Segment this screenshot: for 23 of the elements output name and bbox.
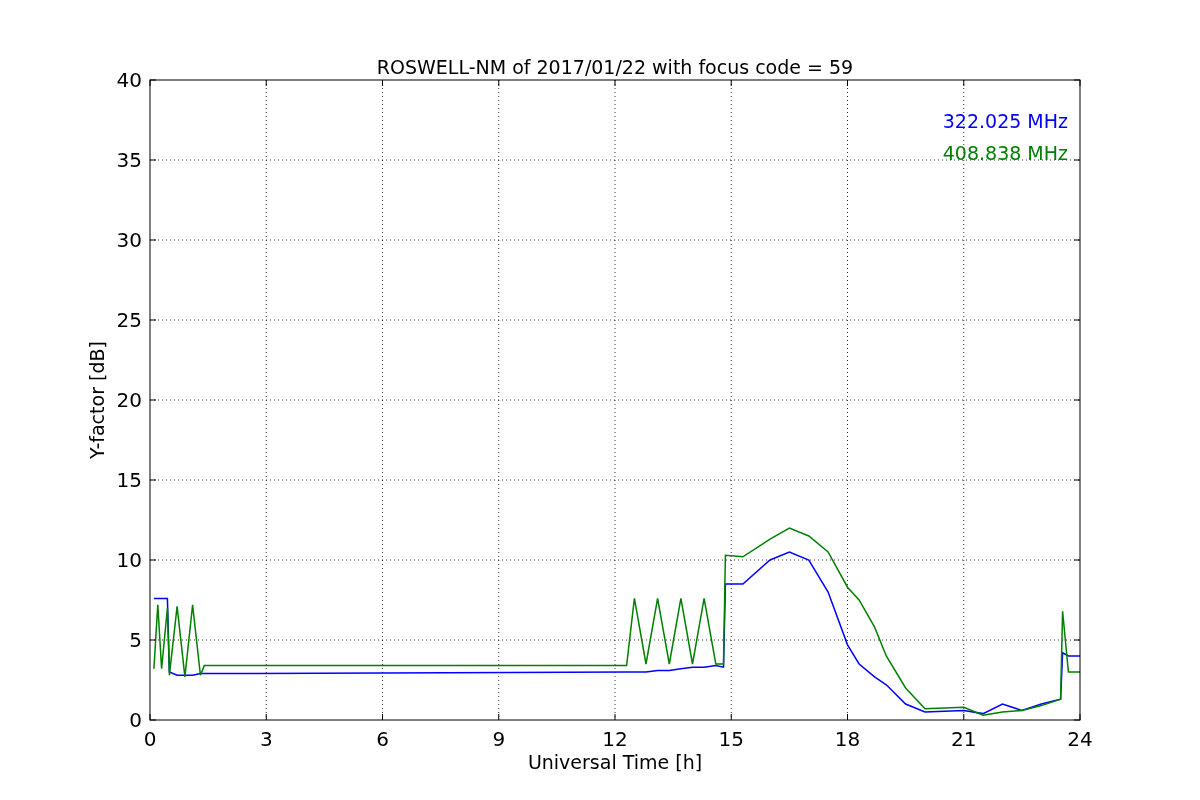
chart-title: ROSWELL-NM of 2017/01/22 with focus code = 59 bbox=[376, 56, 854, 78]
y-tick-label: 0 bbox=[129, 708, 142, 732]
y-tick-label: 15 bbox=[116, 468, 142, 492]
x-axis-label: Universal Time [h] bbox=[527, 751, 703, 773]
x-tick-label: 0 bbox=[143, 727, 157, 751]
y-tick-label: 10 bbox=[116, 548, 142, 572]
x-tick-label: 6 bbox=[376, 727, 389, 751]
x-tick-label: 9 bbox=[492, 727, 506, 751]
x-tick-label: 21 bbox=[951, 727, 977, 751]
legend-label: 408.838 MHz bbox=[942, 142, 1068, 164]
y-axis-label: Y-factor [dB] bbox=[86, 341, 108, 459]
y-tick-label: 30 bbox=[116, 228, 142, 252]
y-tick-label: 25 bbox=[116, 308, 142, 332]
y-tick-label: 40 bbox=[116, 68, 142, 92]
x-tick-label: 24 bbox=[1067, 727, 1093, 751]
y-tick-label: 5 bbox=[129, 628, 142, 652]
y-tick-label: 20 bbox=[116, 388, 142, 412]
x-tick-label: 18 bbox=[834, 727, 861, 751]
x-tick-label: 15 bbox=[718, 727, 744, 751]
x-tick-label: 3 bbox=[259, 727, 273, 751]
y-tick-label: 35 bbox=[116, 148, 142, 172]
x-tick-label: 12 bbox=[602, 727, 628, 751]
legend-label: 322.025 MHz bbox=[942, 110, 1068, 132]
